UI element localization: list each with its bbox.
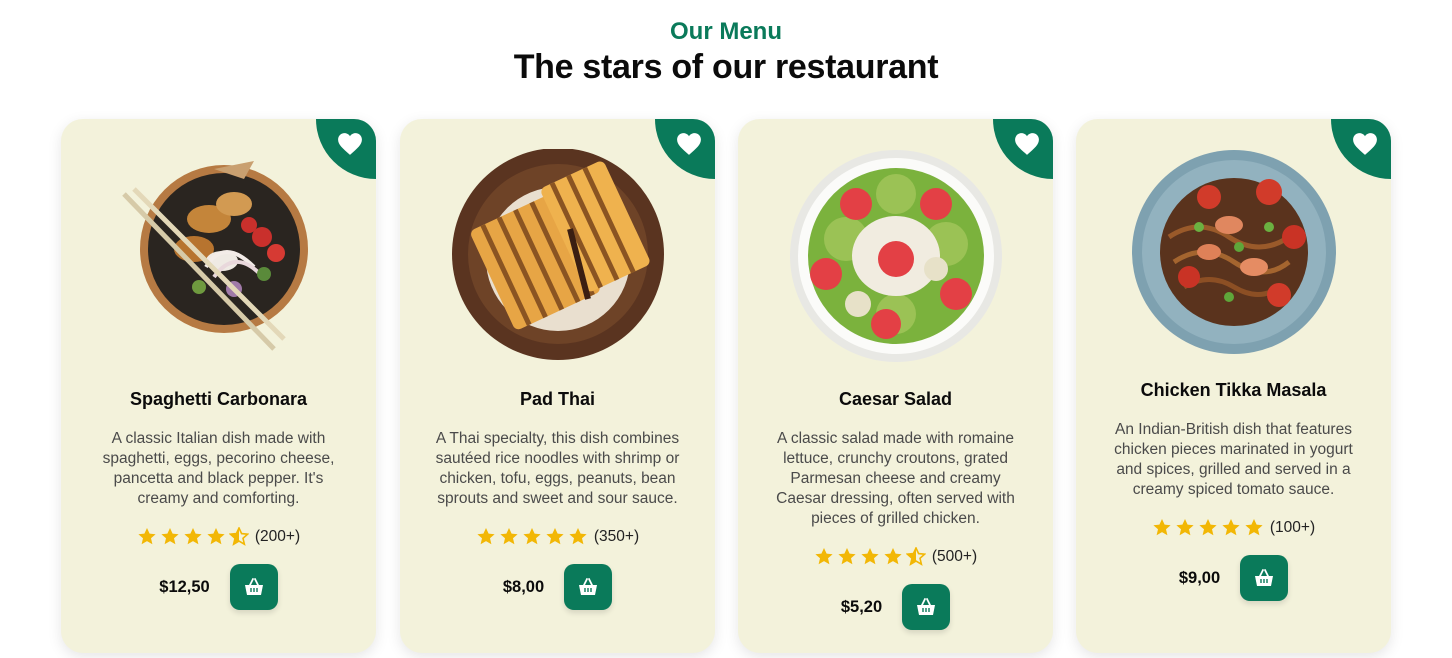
star-rating — [476, 527, 588, 546]
favorite-button[interactable] — [316, 119, 376, 179]
add-to-cart-button[interactable] — [1240, 555, 1289, 601]
dish-name: Spaghetti Carbonara — [129, 389, 308, 409]
menu-card: Pad Thai A Thai specialty, this dish com… — [400, 119, 715, 653]
purchase-row: $9,00 — [1076, 555, 1391, 601]
rating: (100+) — [1076, 518, 1391, 537]
star-icon — [228, 527, 249, 546]
heart-icon — [1015, 133, 1039, 155]
heart-icon — [677, 133, 701, 155]
star-rating — [814, 547, 926, 566]
purchase-row: $5,20 — [738, 584, 1053, 630]
review-count: (500+) — [931, 547, 978, 565]
add-to-cart-button[interactable] — [902, 584, 951, 630]
dish-image — [1129, 147, 1339, 357]
rating: (200+) — [61, 527, 376, 546]
heart-icon — [1353, 133, 1377, 155]
dish-name: Pad Thai — [519, 389, 595, 409]
star-icon — [138, 528, 156, 545]
star-icon — [1153, 519, 1171, 536]
star-icon — [569, 528, 587, 545]
purchase-row: $8,00 — [400, 564, 715, 610]
dish-name: Chicken Tikka Masala — [1140, 380, 1327, 400]
review-count: (100+) — [1269, 518, 1316, 536]
star-icon — [546, 528, 564, 545]
price: $9,00 — [1178, 568, 1221, 587]
dish-description: A classic salad made with romaine lettuc… — [776, 430, 1015, 527]
dish-image — [448, 149, 668, 364]
add-to-cart-button[interactable] — [564, 564, 613, 610]
menu-card: Spaghetti Carbonara A classic Italian di… — [61, 119, 376, 653]
star-icon — [1222, 519, 1240, 536]
dish-image — [786, 149, 1006, 364]
price: $5,20 — [840, 597, 883, 616]
review-count: (350+) — [593, 527, 640, 545]
star-icon — [161, 528, 179, 545]
dish-description: An Indian-British dish that features chi… — [1114, 421, 1353, 498]
star-icon — [207, 528, 225, 545]
star-icon — [838, 548, 856, 565]
shopping-basket-icon — [579, 578, 598, 595]
shopping-basket-icon — [917, 598, 936, 615]
purchase-row: $12,50 — [61, 564, 376, 610]
favorite-button[interactable] — [1331, 119, 1391, 179]
menu-card: Caesar Salad A classic salad made with r… — [738, 119, 1053, 653]
star-icon — [1199, 519, 1217, 536]
star-icon — [861, 548, 879, 565]
star-rating — [137, 527, 249, 546]
section-title: The stars of our restaurant — [513, 48, 939, 86]
dish-description: A Thai specialty, this dish combines sau… — [435, 430, 680, 507]
star-icon — [1176, 519, 1194, 536]
star-icon — [184, 528, 202, 545]
star-icon — [1245, 519, 1263, 536]
add-to-cart-button[interactable] — [229, 564, 278, 610]
dish-description: A classic Italian dish made with spaghet… — [102, 430, 335, 507]
price: $8,00 — [502, 577, 545, 596]
section-eyebrow: Our Menu — [670, 18, 782, 45]
price: $12,50 — [159, 577, 210, 596]
shopping-basket-icon — [244, 578, 263, 595]
heart-icon — [338, 133, 362, 155]
star-icon — [884, 548, 902, 565]
menu-card: Chicken Tikka Masala An Indian-British d… — [1076, 119, 1391, 653]
star-icon — [500, 528, 518, 545]
shopping-basket-icon — [1255, 569, 1274, 586]
star-icon — [523, 528, 541, 545]
star-icon — [815, 548, 833, 565]
dish-image — [114, 149, 324, 364]
rating: (350+) — [400, 527, 715, 546]
star-icon — [905, 547, 926, 566]
dish-name: Caesar Salad — [838, 389, 953, 409]
star-icon — [477, 528, 495, 545]
review-count: (200+) — [254, 527, 301, 545]
rating: (500+) — [738, 547, 1053, 566]
star-rating — [1152, 518, 1264, 537]
